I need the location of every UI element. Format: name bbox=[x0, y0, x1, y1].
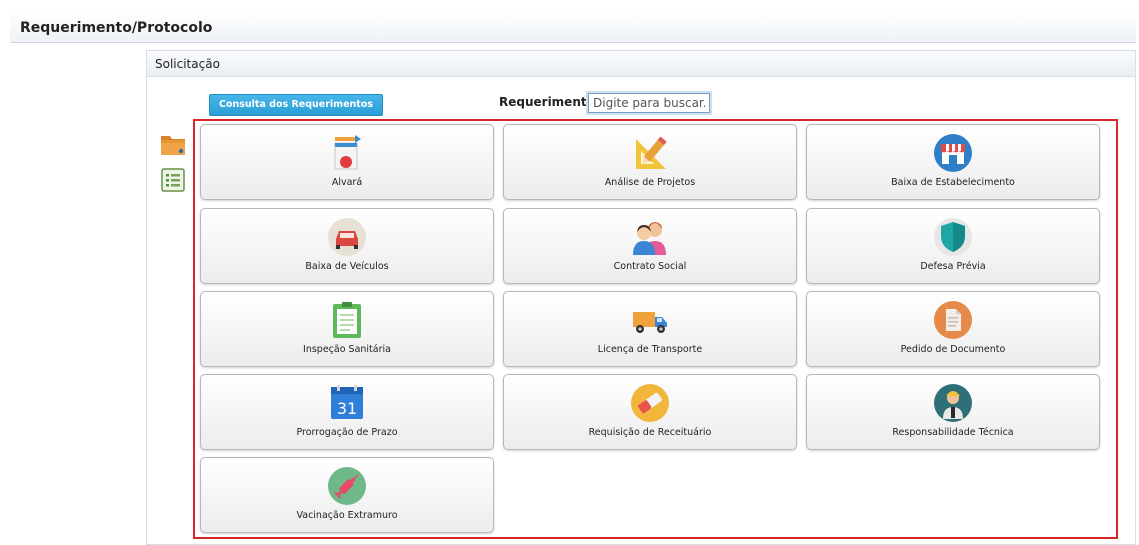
tile-defesa-previa[interactable]: Defesa Prévia bbox=[806, 208, 1100, 284]
consulta-requerimentos-button[interactable]: Consulta dos Requerimentos bbox=[209, 94, 383, 116]
tile-requisicao-receituario[interactable]: Requisição de Receituário bbox=[503, 374, 797, 450]
tile-label: Requisição de Receituário bbox=[588, 427, 712, 438]
list-icon[interactable] bbox=[160, 168, 186, 192]
left-strip bbox=[10, 44, 146, 542]
tile-label: Baixa de Veículos bbox=[305, 261, 389, 272]
tile-baixa-estabelecimento[interactable]: Baixa de Estabelecimento bbox=[806, 124, 1100, 200]
tile-baixa-veiculos[interactable]: Baixa de Veículos bbox=[200, 208, 494, 284]
tile-analise-projetos[interactable]: Análise de Projetos bbox=[503, 124, 797, 200]
calendar-icon: 31 bbox=[327, 383, 367, 423]
tile-licenca-transporte[interactable]: Licença de Transporte bbox=[503, 291, 797, 367]
document-icon bbox=[933, 300, 973, 340]
eraser-icon bbox=[630, 383, 670, 423]
tile-label: Vacinação Extramuro bbox=[296, 510, 398, 521]
clipboard-icon bbox=[327, 300, 367, 340]
panel-header: Solicitação bbox=[147, 51, 1135, 77]
tile-label: Contrato Social bbox=[613, 261, 687, 272]
truck-icon bbox=[630, 300, 670, 340]
tile-alvara[interactable]: Alvará bbox=[200, 124, 494, 200]
tile-prorrogacao-prazo[interactable]: 31 Prorrogação de Prazo bbox=[200, 374, 494, 450]
tile-label: Defesa Prévia bbox=[920, 261, 986, 272]
search-input[interactable] bbox=[586, 91, 712, 115]
page-header: Requerimento/Protocolo bbox=[10, 10, 1136, 43]
engineer-icon bbox=[933, 383, 973, 423]
panel-title: Solicitação bbox=[155, 57, 220, 71]
tile-label: Baixa de Estabelecimento bbox=[891, 177, 1015, 188]
tile-pedido-documento[interactable]: Pedido de Documento bbox=[806, 291, 1100, 367]
page-title: Requerimento/Protocolo bbox=[20, 20, 213, 36]
tile-label: Licença de Transporte bbox=[597, 344, 703, 355]
tile-label: Inspeção Sanitária bbox=[303, 344, 391, 355]
tile-label: Responsabilidade Técnica bbox=[892, 427, 1014, 438]
tile-contrato-social[interactable]: Contrato Social bbox=[503, 208, 797, 284]
document-seal-icon bbox=[327, 133, 367, 173]
car-icon bbox=[327, 217, 367, 257]
tile-label: Prorrogação de Prazo bbox=[296, 427, 398, 438]
shield-icon bbox=[933, 217, 973, 257]
search-label: Requerimento bbox=[499, 95, 595, 109]
tile-responsabilidade-tecnica[interactable]: Responsabilidade Técnica bbox=[806, 374, 1100, 450]
tile-label: Pedido de Documento bbox=[900, 344, 1006, 355]
pencil-ruler-icon bbox=[630, 133, 670, 173]
people-icon bbox=[630, 217, 670, 257]
tile-label: Alvará bbox=[331, 177, 363, 188]
calendar-day: 31 bbox=[337, 399, 357, 418]
folder-icon[interactable] bbox=[160, 132, 186, 156]
tile-label: Análise de Projetos bbox=[604, 177, 696, 188]
storefront-icon bbox=[933, 133, 973, 173]
syringe-icon bbox=[327, 466, 367, 506]
tile-inspecao-sanitaria[interactable]: Inspeção Sanitária bbox=[200, 291, 494, 367]
tile-vacinacao-extramuro[interactable]: Vacinação Extramuro bbox=[200, 457, 494, 533]
